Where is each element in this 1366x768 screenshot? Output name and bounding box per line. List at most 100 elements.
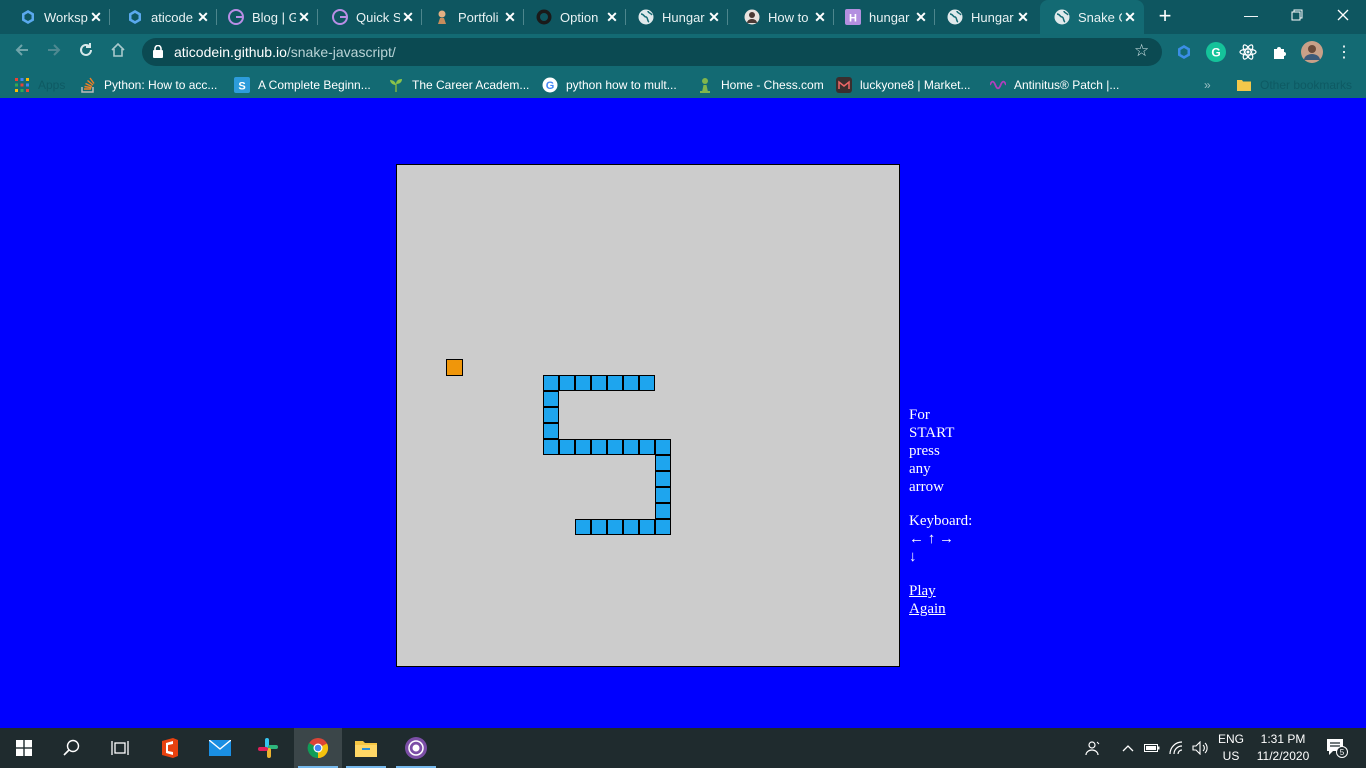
back-button[interactable] — [10, 40, 34, 64]
tab-close-icon[interactable]: ✕ — [604, 9, 620, 26]
browser-tab[interactable]: How to ✕ — [730, 0, 834, 34]
task-view-icon[interactable] — [96, 728, 144, 768]
browser-tab[interactable]: Portfoli ✕ — [420, 0, 524, 34]
slack-icon[interactable] — [244, 728, 292, 768]
pawn-icon — [697, 77, 713, 93]
play-again-link[interactable]: Play Again — [909, 582, 989, 618]
arrow-keys-hint: ← ↑ → — [909, 531, 954, 547]
back-arrow-icon — [15, 44, 28, 56]
browser-tab[interactable]: aticode ✕ — [113, 0, 217, 34]
tab-close-icon[interactable]: ✕ — [1122, 9, 1138, 26]
folder-icon — [1236, 77, 1252, 93]
grammarly-icon[interactable]: G — [1205, 41, 1227, 63]
food-pellet — [446, 359, 463, 376]
svg-text:G: G — [1211, 46, 1220, 60]
bookmark-item[interactable]: Antinitus® Patch |... — [990, 76, 1119, 94]
close-icon — [1337, 9, 1349, 21]
browser-tab[interactable]: Option ✕ — [522, 0, 626, 34]
arrow-down-hint: ↓ — [909, 549, 917, 565]
home-button[interactable] — [106, 40, 130, 64]
snake-segment — [623, 375, 639, 391]
browser-tab[interactable]: Hhungar ✕ — [831, 0, 935, 34]
system-clock[interactable]: 1:31 PM 11/2/2020 — [1248, 731, 1318, 765]
url-domain: aticodein.github.io — [174, 44, 287, 60]
url-text[interactable]: aticodein.github.io/snake-javascript/ — [174, 42, 396, 62]
bookmark-item[interactable]: luckyone8 | Market... — [836, 76, 971, 94]
mail-icon[interactable] — [196, 728, 244, 768]
tor-icon[interactable] — [392, 728, 440, 768]
profile-avatar[interactable] — [1301, 41, 1323, 63]
tab-close-icon[interactable]: ✕ — [1015, 9, 1031, 26]
tab-close-icon[interactable]: ✕ — [706, 9, 722, 26]
wifi-icon[interactable] — [1166, 728, 1188, 768]
language-indicator[interactable]: ENG US — [1214, 731, 1248, 765]
game-board[interactable] — [396, 164, 900, 667]
file-explorer-icon[interactable] — [342, 728, 390, 768]
gatsby-icon — [228, 9, 244, 25]
chrome-menu-icon[interactable]: ⋮ — [1333, 41, 1355, 63]
people-icon[interactable] — [1082, 728, 1104, 768]
cube-extension-icon[interactable] — [1173, 41, 1195, 63]
bookmark-item[interactable]: Gpython how to mult... — [542, 76, 677, 94]
play-again-label: Play — [909, 583, 936, 599]
clock-date: 11/2/2020 — [1256, 749, 1310, 763]
forward-button[interactable] — [42, 40, 66, 64]
google-icon: G — [542, 77, 558, 93]
bookmark-item[interactable]: Home - Chess.com — [697, 76, 824, 94]
snake-segment — [655, 503, 671, 519]
chevron-up-icon[interactable] — [1118, 728, 1138, 768]
other-bookmarks[interactable]: Other bookmarks — [1236, 76, 1352, 94]
tab-title: Snake G — [1078, 9, 1122, 25]
extensions-puzzle-icon[interactable] — [1269, 41, 1291, 63]
keyboard-label: Keyboard: — [909, 513, 973, 529]
new-tab-button[interactable]: + — [1152, 4, 1178, 30]
browser-tab[interactable]: Hungar ✕ — [933, 0, 1037, 34]
reload-button[interactable] — [74, 40, 98, 64]
notifications-icon[interactable]: 5 — [1320, 728, 1354, 768]
snake-segment — [543, 439, 559, 455]
s-icon: S — [234, 77, 250, 93]
bookmark-label: The Career Academ... — [412, 78, 530, 92]
bookmark-star-icon[interactable]: ☆ — [1134, 41, 1149, 61]
bookmark-item[interactable]: The Career Academ... — [388, 76, 529, 94]
chrome-icon[interactable] — [294, 728, 342, 768]
minimize-button[interactable]: — — [1228, 0, 1274, 32]
sprout-icon — [388, 77, 404, 93]
browser-tab[interactable]: Snake G✕ — [1040, 0, 1144, 34]
office-icon[interactable] — [146, 728, 194, 768]
bookmark-item[interactable]: S A Complete Beginn... — [234, 76, 371, 94]
browser-tab[interactable]: Blog | G ✕ — [214, 0, 318, 34]
browser-tab[interactable]: Worksp ✕ — [6, 0, 110, 34]
tab-close-icon[interactable]: ✕ — [913, 9, 929, 26]
snake-segment — [575, 375, 591, 391]
bookmark-item[interactable]: Apps — [14, 76, 65, 94]
search-icon[interactable] — [48, 728, 96, 768]
tab-close-icon[interactable]: ✕ — [195, 9, 211, 26]
snake-segment — [639, 519, 655, 535]
instruction-line: START — [909, 425, 955, 441]
tab-close-icon[interactable]: ✕ — [296, 9, 312, 26]
bookmarks-overflow-icon[interactable]: » — [1204, 76, 1211, 94]
windows-start-icon[interactable] — [0, 728, 48, 768]
snake-segment — [575, 519, 591, 535]
browser-tab[interactable]: Hungar ✕ — [624, 0, 728, 34]
bookmark-item[interactable]: Python: How to acc... — [80, 76, 217, 94]
instruction-line: For — [909, 407, 930, 423]
apps-grid-icon — [14, 77, 30, 93]
tab-close-icon[interactable]: ✕ — [502, 9, 518, 26]
close-window-button[interactable] — [1320, 0, 1366, 32]
tab-close-icon[interactable]: ✕ — [400, 9, 416, 26]
tab-close-icon[interactable]: ✕ — [88, 9, 104, 26]
react-devtools-icon[interactable] — [1237, 41, 1259, 63]
bookmark-label: Python: How to acc... — [104, 78, 218, 92]
restore-button[interactable] — [1274, 0, 1320, 32]
battery-icon[interactable] — [1142, 728, 1162, 768]
avatar-icon — [744, 9, 760, 25]
snake-segment — [559, 375, 575, 391]
stackoverflow-icon — [80, 77, 96, 93]
tab-close-icon[interactable]: ✕ — [812, 9, 828, 26]
volume-icon[interactable] — [1190, 728, 1212, 768]
tab-title: Quick S — [356, 9, 400, 25]
snake-segment — [655, 519, 671, 535]
browser-tab[interactable]: Quick S ✕ — [318, 0, 422, 34]
